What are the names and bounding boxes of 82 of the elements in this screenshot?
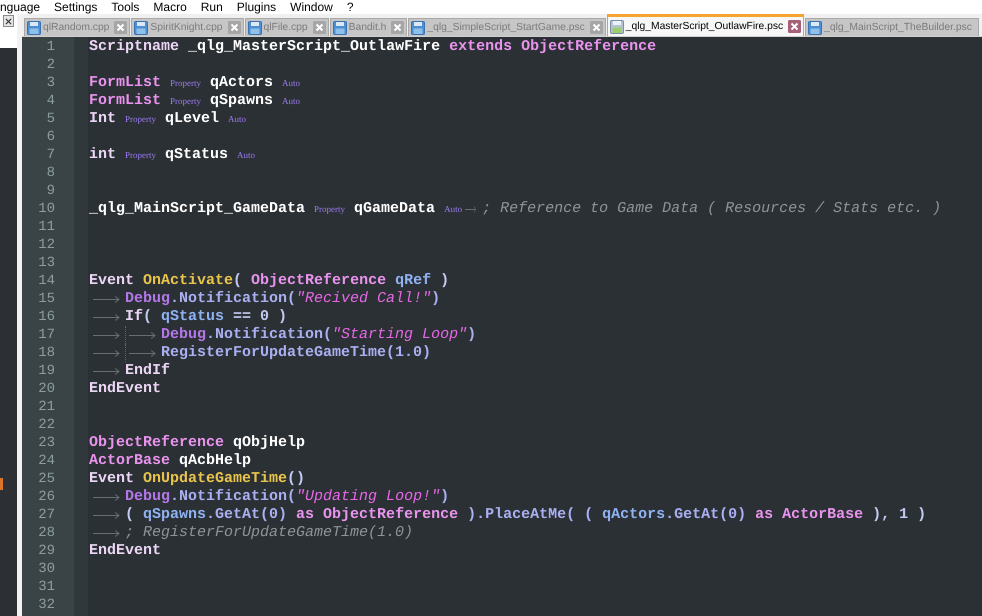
menu-item[interactable]: Settings [47, 0, 104, 14]
file-tab[interactable]: _qlg_MasterScript_OutlawFire.psc [606, 14, 804, 36]
line-number: 29 [37, 542, 55, 560]
menu-item[interactable]: ? [340, 0, 361, 14]
line-number: 5 [46, 110, 55, 128]
line-number: 3 [46, 74, 55, 92]
tab-arrow-icon [93, 530, 120, 536]
code-line: Event OnActivate( ObjectReference qRef ) [89, 272, 450, 290]
line-number: 8 [46, 164, 55, 182]
tab-arrow-icon [93, 332, 120, 338]
code-line: Scriptname _qlg_MasterScript_OutlawFire extends ObjectReference [89, 38, 656, 56]
line-number: 11 [37, 218, 55, 236]
line-number: 13 [37, 254, 55, 272]
menu-item[interactable]: Window [283, 0, 340, 14]
menu-item[interactable]: Plugins [230, 0, 284, 14]
tab-arrow-icon [465, 206, 476, 212]
line-number: 27 [37, 506, 55, 524]
code-line: ( qSpawns.GetAt(0) as ObjectReference ).PlaceAtMe( ( qActors.GetAt(0) as ActorBase ), 1 ) [125, 506, 926, 524]
menu-item[interactable]: Tools [104, 0, 146, 14]
close-icon[interactable] [391, 21, 404, 34]
line-number: 20 [37, 380, 55, 398]
line-number: 14 [37, 272, 55, 290]
line-number: 18 [37, 344, 55, 362]
code-line: ActorBase qAcbHelp [89, 452, 252, 470]
close-icon[interactable] [228, 21, 241, 34]
tab-arrow-icon [129, 332, 156, 338]
line-number: 21 [37, 398, 55, 416]
code-line: FormList Property qSpawns Auto [89, 92, 300, 110]
code-line: ObjectReference qObjHelp [89, 434, 306, 452]
panel-marker [0, 478, 3, 490]
line-number: 31 [37, 578, 55, 596]
close-icon[interactable] [788, 20, 802, 33]
code-line: Debug.Notification("Starting Loop") [161, 326, 476, 344]
close-icon[interactable] [590, 21, 603, 34]
line-number: 22 [37, 416, 55, 434]
code-comment: ; Reference to Game Data ( Resources / Stats etc. ) [482, 200, 942, 218]
line-number: 7 [46, 146, 55, 164]
line-number: 17 [37, 326, 55, 344]
close-icon [5, 18, 12, 24]
line-number: 30 [37, 560, 55, 578]
tab-arrow-icon [93, 368, 120, 374]
tab-arrow-icon [93, 512, 120, 518]
tab-arrow-icon [93, 296, 120, 302]
code-line: Debug.Notification("Recived Call!") [125, 290, 440, 308]
tab-arrow-icon [129, 350, 156, 356]
code-line: Debug.Notification("Updating Loop!") [125, 488, 450, 506]
line-number: 12 [37, 236, 55, 254]
code-line: Event OnUpdateGameTime() [89, 470, 306, 488]
line-number: 15 [37, 290, 55, 308]
code-line: int Property qStatus Auto [89, 146, 256, 164]
line-number: 23 [37, 434, 55, 452]
code-line: EndEvent [89, 542, 162, 560]
line-number: 9 [46, 182, 55, 200]
code-line: Int Property qLevel Auto [89, 110, 246, 128]
code-comment: ; RegisterForUpdateGameTime(1.0) [125, 524, 414, 542]
menu-item[interactable]: Run [194, 0, 230, 14]
close-button[interactable] [3, 15, 14, 27]
code-line: EndEvent [89, 380, 162, 398]
line-number: 19 [37, 362, 55, 380]
line-number: 24 [37, 452, 55, 470]
line-number: 32 [37, 596, 55, 614]
menu-item[interactable]: Macro [146, 0, 194, 14]
line-number: 1 [46, 38, 55, 56]
menu-item[interactable]: nguage [0, 0, 48, 14]
code-line: If( qStatus == 0 ) [125, 308, 288, 326]
close-icon[interactable] [114, 21, 128, 34]
line-number: 26 [37, 488, 55, 506]
line-number: 10 [37, 200, 55, 218]
tab-arrow-icon [93, 314, 120, 320]
line-number: 25 [37, 470, 55, 488]
code-line: FormList Property qActors Auto [89, 74, 300, 92]
line-number: 16 [37, 308, 55, 326]
tab-arrow-icon [93, 494, 120, 500]
line-number: 4 [46, 92, 55, 110]
line-number: 6 [46, 128, 55, 146]
line-number: 28 [37, 524, 55, 542]
tab-arrow-icon [93, 350, 120, 356]
close-icon[interactable] [312, 21, 326, 34]
line-number: 2 [46, 56, 55, 74]
code-line: EndIf [125, 362, 170, 380]
code-line: RegisterForUpdateGameTime(1.0) [161, 344, 432, 362]
code-line: _qlg_MainScript_GameData Property qGameData Auto [89, 200, 462, 218]
